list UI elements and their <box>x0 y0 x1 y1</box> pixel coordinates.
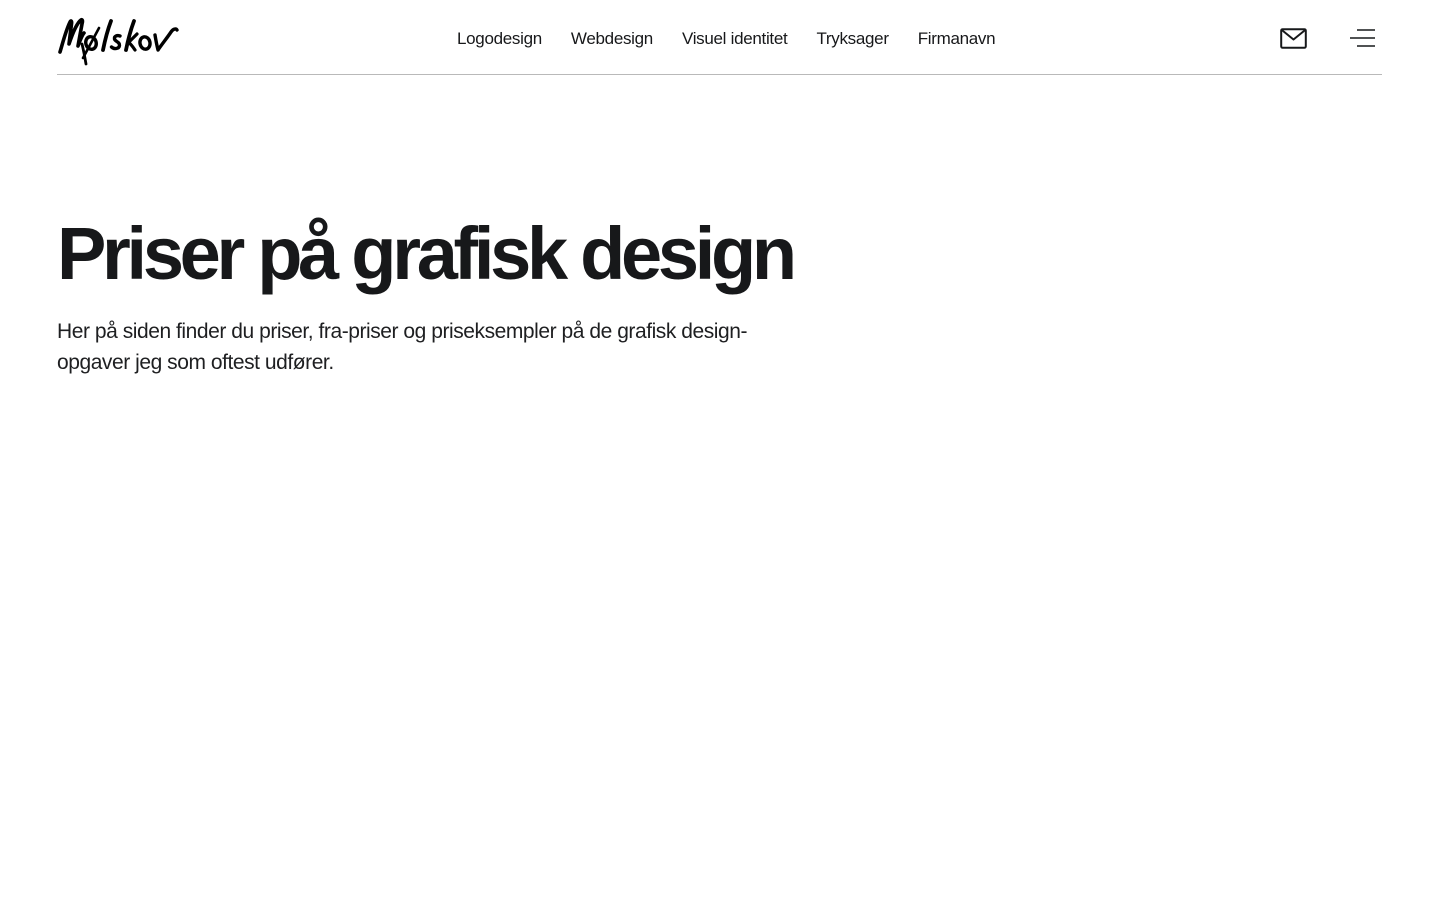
envelope-icon <box>1279 27 1307 49</box>
main-navigation: Logodesign Webdesign Visuel identitet Tr… <box>457 0 996 75</box>
menu-toggle-button[interactable] <box>1347 25 1377 51</box>
molskov-logo-icon <box>58 17 179 66</box>
hamburger-menu-icon <box>1349 29 1375 47</box>
page-title: Priser på grafisk design <box>57 212 797 295</box>
nav-link-tryksager[interactable]: Tryksager <box>816 26 889 49</box>
site-header: Logodesign Webdesign Visuel identitet Tr… <box>57 0 1382 75</box>
contact-mail-button[interactable] <box>1278 25 1308 51</box>
hero-section: Priser på grafisk design Her på siden fi… <box>57 208 857 378</box>
site-logo[interactable] <box>57 14 179 66</box>
nav-link-firmanavn[interactable]: Firmanavn <box>918 26 996 49</box>
nav-link-logodesign[interactable]: Logodesign <box>457 26 542 49</box>
nav-link-webdesign[interactable]: Webdesign <box>571 26 653 49</box>
page-intro: Her på siden finder du priser, fra-prise… <box>57 320 748 374</box>
nav-link-visuel-identitet[interactable]: Visuel identitet <box>682 26 788 49</box>
